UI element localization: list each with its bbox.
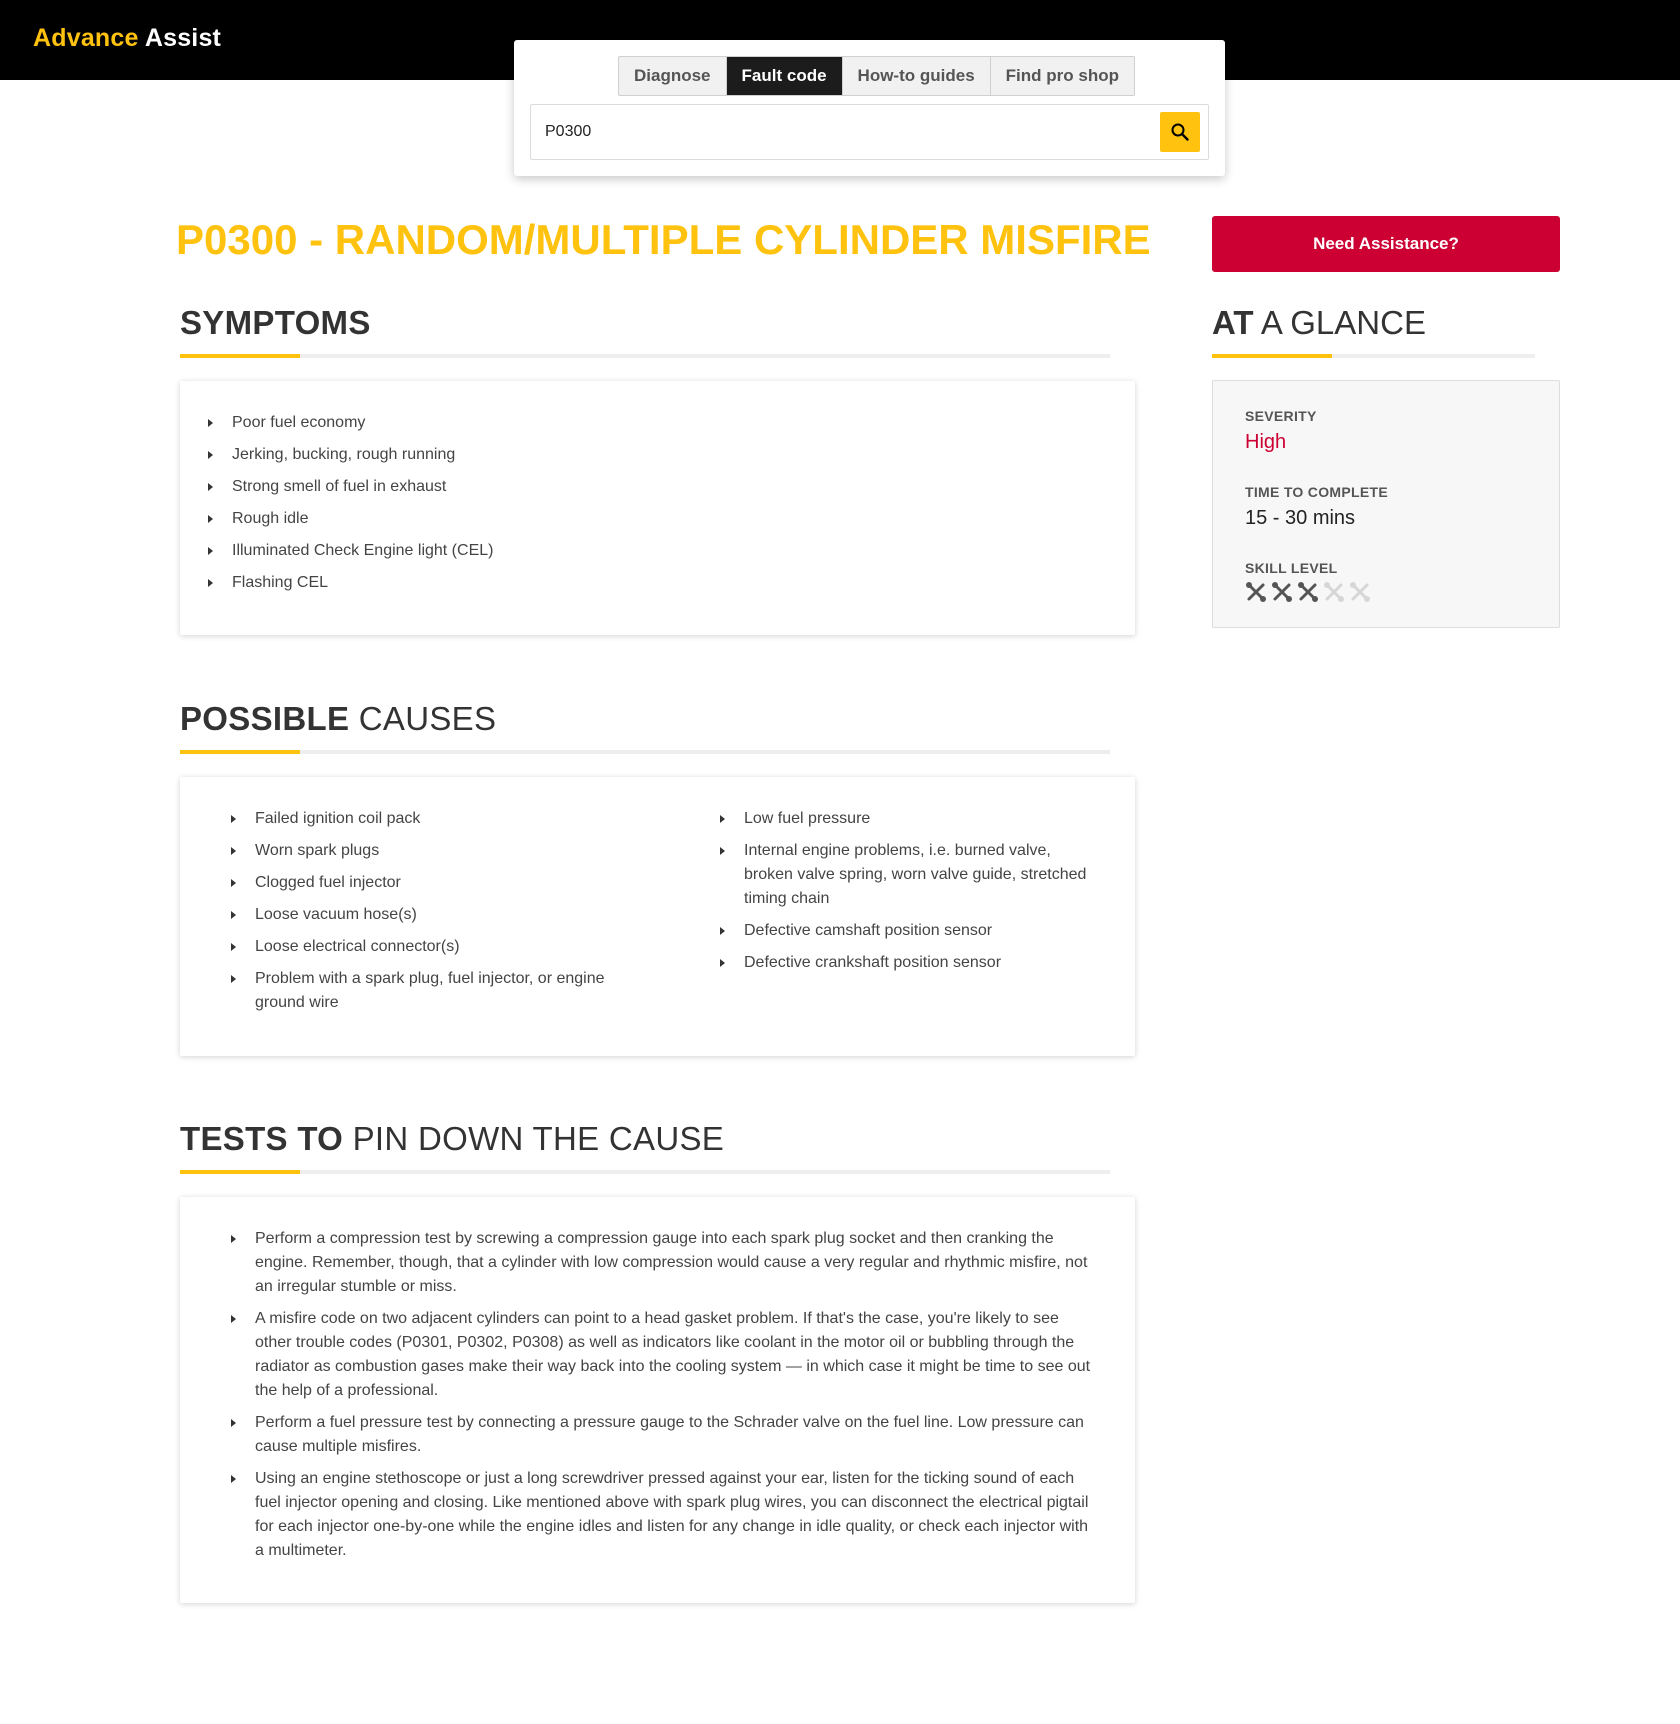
symptoms-heading: SYMPTOMS — [180, 304, 1110, 358]
time-value: 15 - 30 mins — [1245, 507, 1356, 529]
list-item: Flashing CEL — [208, 571, 1107, 595]
heading-underline — [180, 354, 1110, 358]
list-item: Failed ignition coil pack — [231, 807, 621, 831]
causes-list-left: Failed ignition coil pack Worn spark plu… — [231, 807, 621, 1023]
glance-heading-strong: AT — [1212, 304, 1254, 341]
list-item: Rough idle — [208, 507, 1107, 531]
list-item: Defective crankshaft position sensor — [720, 951, 1100, 975]
list-item: Poor fuel economy — [208, 411, 1107, 435]
list-item: Worn spark plugs — [231, 839, 621, 863]
time-label: TIME TO COMPLETE — [1245, 484, 1388, 500]
fault-code: P0300 — [176, 216, 298, 263]
list-item: Illuminated Check Engine light (CEL) — [208, 539, 1107, 563]
glance-heading-rest: A GLANCE — [1253, 304, 1426, 341]
need-assistance-button[interactable]: Need Assistance? — [1212, 216, 1560, 272]
search-icon — [1171, 123, 1189, 141]
search-box — [530, 104, 1209, 160]
tests-heading: TESTS TO PIN DOWN THE CAUSE — [180, 1120, 1110, 1174]
tab-fault-code[interactable]: Fault code — [726, 57, 843, 95]
tests-list: Perform a compression test by screwing a… — [231, 1227, 1099, 1563]
list-item: Loose electrical connector(s) — [231, 935, 621, 959]
list-item: Defective camshaft position sensor — [720, 919, 1100, 943]
brand-name-assist: Assist — [144, 24, 222, 52]
brand-logo[interactable]: Advance Assist — [33, 24, 221, 53]
tab-find-pro-shop[interactable]: Find pro shop — [990, 57, 1134, 95]
tab-how-to-guides[interactable]: How-to guides — [842, 57, 991, 95]
list-item: Using an engine stethoscope or just a lo… — [231, 1467, 1099, 1563]
list-item: A misfire code on two adjacent cylinders… — [231, 1307, 1099, 1403]
glance-heading: AT A GLANCE — [1212, 304, 1535, 358]
heading-underline — [180, 750, 1110, 754]
search-button[interactable] — [1160, 112, 1200, 152]
list-item: Loose vacuum hose(s) — [231, 903, 621, 927]
tests-card: Perform a compression test by screwing a… — [180, 1197, 1135, 1603]
severity-value: High — [1245, 431, 1287, 453]
list-item: Strong smell of fuel in exhaust — [208, 475, 1107, 499]
list-item: Clogged fuel injector — [231, 871, 621, 895]
wrench-screwdriver-icon — [1246, 582, 1266, 602]
brand-name-advance: Advance — [33, 24, 139, 52]
page-title: P0300 - RANDOM/MULTIPLE CYLINDER MISFIRE — [176, 216, 1151, 264]
list-item: Low fuel pressure — [720, 807, 1100, 831]
at-a-glance-box: SEVERITY High TIME TO COMPLETE 15 - 30 m… — [1212, 380, 1560, 628]
fault-description: - RANDOM/MULTIPLE CYLINDER MISFIRE — [297, 216, 1151, 263]
symptoms-heading-strong: SYMPTOMS — [180, 304, 371, 341]
wrench-screwdriver-icon — [1272, 582, 1292, 602]
severity-label: SEVERITY — [1245, 408, 1317, 424]
search-tabs: Diagnose Fault code How-to guides Find p… — [618, 56, 1135, 96]
list-item: Problem with a spark plug, fuel injector… — [231, 967, 621, 1015]
list-item: Jerking, bucking, rough running — [208, 443, 1107, 467]
tests-heading-strong: TESTS TO — [180, 1120, 344, 1157]
tab-diagnose[interactable]: Diagnose — [619, 57, 727, 95]
causes-card: Failed ignition coil pack Worn spark plu… — [180, 777, 1135, 1056]
wrench-screwdriver-icon — [1350, 582, 1370, 602]
search-panel: Diagnose Fault code How-to guides Find p… — [514, 40, 1225, 176]
symptoms-list: Poor fuel economy Jerking, bucking, roug… — [208, 411, 1107, 595]
heading-underline — [180, 1170, 1110, 1174]
search-input[interactable] — [545, 117, 1125, 147]
wrench-screwdriver-icon — [1324, 582, 1344, 602]
list-item: Internal engine problems, i.e. burned va… — [720, 839, 1100, 911]
list-item: Perform a fuel pressure test by connecti… — [231, 1411, 1099, 1459]
tests-heading-rest: PIN DOWN THE CAUSE — [343, 1120, 725, 1157]
symptoms-card: Poor fuel economy Jerking, bucking, roug… — [180, 381, 1135, 635]
heading-underline — [1212, 354, 1535, 358]
causes-list-right: Low fuel pressure Internal engine proble… — [720, 807, 1100, 983]
skill-level-rating — [1245, 581, 1371, 603]
wrench-screwdriver-icon — [1298, 582, 1318, 602]
causes-heading-strong: POSSIBLE — [180, 700, 350, 737]
causes-heading-rest: CAUSES — [349, 700, 497, 737]
causes-heading: POSSIBLE CAUSES — [180, 700, 1110, 754]
skill-label: SKILL LEVEL — [1245, 560, 1338, 576]
list-item: Perform a compression test by screwing a… — [231, 1227, 1099, 1299]
